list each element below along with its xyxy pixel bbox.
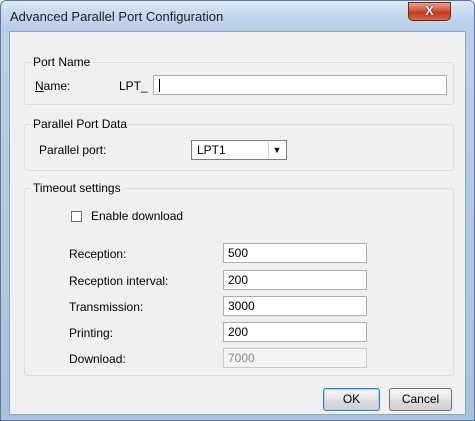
name-label-mnemonic: N	[35, 79, 44, 93]
enable-download-label[interactable]: Enable download	[91, 209, 183, 223]
parallel-port-label: Parallel port:	[39, 143, 107, 157]
window-title: Advanced Parallel Port Configuration	[10, 9, 224, 24]
port-prefix-label: LPT_	[119, 79, 148, 93]
enable-download-checkbox[interactable]	[71, 211, 82, 222]
printing-input[interactable]: 200	[223, 322, 367, 342]
ok-button[interactable]: OK	[323, 388, 380, 411]
reception-interval-input[interactable]: 200	[223, 270, 367, 290]
dialog-window: Advanced Parallel Port Configuration X P…	[0, 0, 475, 421]
transmission-value: 3000	[228, 299, 255, 313]
parallel-port-select[interactable]: LPT1 ▼	[191, 140, 287, 160]
dialog-client-area: Port Name Name: LPT_ Parallel Port Data …	[9, 31, 466, 415]
chevron-down-icon[interactable]: ▼	[268, 142, 285, 158]
port-name-group: Port Name Name: LPT_	[24, 55, 454, 105]
name-label: Name:	[35, 79, 70, 93]
parallel-port-selected: LPT1	[197, 143, 226, 157]
download-label: Download:	[69, 352, 126, 366]
close-button[interactable]: X	[408, 2, 451, 21]
transmission-input[interactable]: 3000	[223, 296, 367, 316]
close-icon: X	[425, 3, 434, 18]
reception-interval-value: 200	[228, 273, 249, 287]
cancel-button[interactable]: Cancel	[389, 388, 452, 411]
text-caret	[159, 79, 160, 92]
reception-input[interactable]: 500	[223, 243, 367, 263]
printing-value: 200	[228, 325, 249, 339]
parallel-port-data-group: Parallel Port Data Parallel port: LPT1 ▼	[24, 117, 454, 171]
download-input: 7000	[223, 348, 367, 368]
reception-interval-label: Reception interval:	[69, 274, 169, 288]
reception-label: Reception:	[69, 247, 127, 261]
port-name-legend: Port Name	[31, 55, 93, 69]
timeout-settings-legend: Timeout settings	[31, 181, 123, 195]
printing-label: Printing:	[69, 326, 114, 340]
port-name-input[interactable]	[153, 75, 447, 95]
transmission-label: Transmission:	[69, 300, 144, 314]
title-bar[interactable]: Advanced Parallel Port Configuration X	[1, 1, 474, 31]
parallel-port-data-legend: Parallel Port Data	[31, 117, 130, 131]
name-label-rest: ame:	[43, 79, 71, 93]
download-value: 7000	[228, 351, 255, 365]
timeout-settings-group: Timeout settings Enable download Recepti…	[24, 181, 454, 376]
reception-value: 500	[228, 246, 249, 260]
